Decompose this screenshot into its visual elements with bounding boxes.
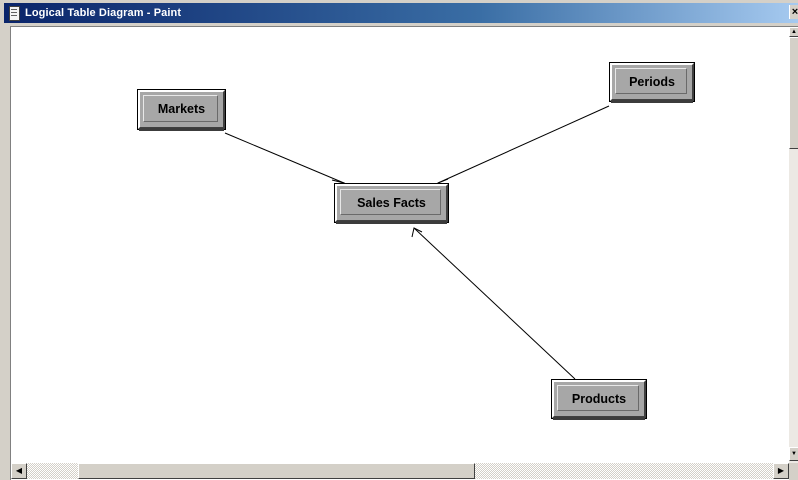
- node-label: Sales Facts: [357, 195, 426, 210]
- left-arrow-icon: ◀: [15, 466, 23, 475]
- scroll-down-button[interactable]: ▼: [789, 447, 798, 461]
- horizontal-scrollbar[interactable]: ◀ ▶: [11, 463, 789, 479]
- horizontal-scroll-thumb[interactable]: [78, 463, 475, 479]
- node-label: Periods: [629, 74, 675, 89]
- table-node-markets[interactable]: Markets: [137, 89, 226, 131]
- paint-window: Logical Table Diagram - Paint × Markets …: [0, 0, 798, 480]
- scroll-left-button[interactable]: ◀: [11, 463, 27, 479]
- close-button[interactable]: ×: [789, 5, 798, 19]
- down-arrow-icon: ▼: [791, 451, 797, 457]
- table-node-sales-facts[interactable]: Sales Facts: [334, 183, 449, 224]
- title-bar[interactable]: Logical Table Diagram - Paint ×: [4, 3, 798, 23]
- link-markets-sales-facts[interactable]: [224, 132, 346, 189]
- node-label: Markets: [157, 102, 206, 116]
- window-title: Logical Table Diagram - Paint: [25, 7, 182, 19]
- scrollbar-corner: [789, 463, 798, 480]
- link-products-sales-facts[interactable]: [411, 227, 576, 380]
- node-label: Products: [571, 391, 627, 406]
- document-icon[interactable]: [7, 5, 21, 21]
- scroll-right-button[interactable]: ▶: [773, 463, 789, 479]
- vertical-scroll-thumb[interactable]: [789, 37, 798, 149]
- vertical-scrollbar[interactable]: ▲ ▼: [789, 27, 798, 463]
- link-periods-sales-facts[interactable]: [437, 105, 610, 189]
- diagram-canvas[interactable]: Markets Periods Sales Facts Products: [11, 27, 789, 463]
- up-arrow-icon: ▲: [791, 29, 797, 35]
- scroll-up-button[interactable]: ▲: [789, 27, 798, 37]
- diagram-client-area: Markets Periods Sales Facts Products ▲ ▼: [10, 26, 798, 480]
- table-node-periods[interactable]: Periods: [609, 62, 695, 103]
- right-arrow-icon: ▶: [777, 466, 785, 475]
- table-node-products[interactable]: Products: [551, 379, 647, 420]
